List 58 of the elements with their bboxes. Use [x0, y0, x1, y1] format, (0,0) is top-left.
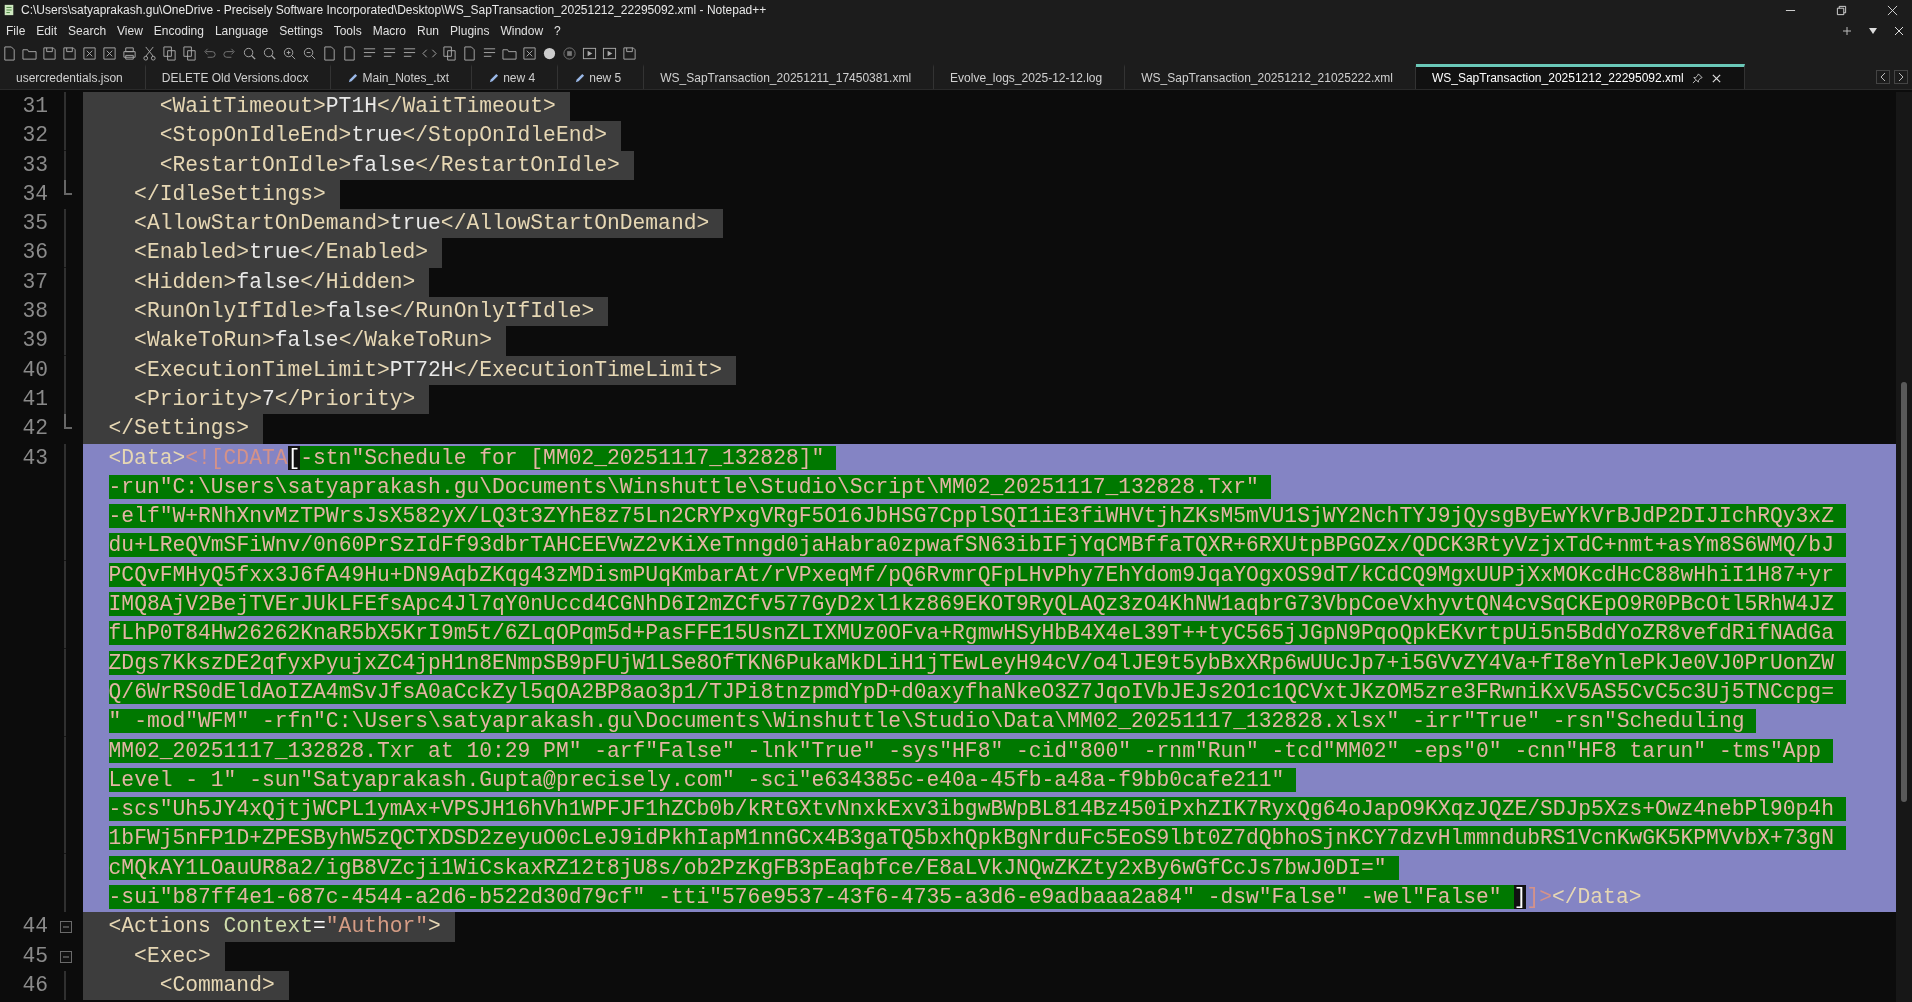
line-number: 40 [22, 357, 48, 382]
line-number: 33 [22, 152, 48, 177]
menu-item[interactable]: Tools [329, 24, 369, 38]
fold-minus-icon[interactable] [60, 921, 72, 934]
zoom-out-icon[interactable] [302, 45, 317, 61]
menu-item[interactable]: Window [496, 24, 551, 38]
pin-icon[interactable] [1691, 72, 1703, 84]
menu-item[interactable]: Run [413, 24, 447, 38]
play-icon[interactable] [602, 45, 617, 61]
menu-item[interactable]: Macro [368, 24, 413, 38]
menu-item[interactable]: Search [64, 24, 114, 38]
line-number: 32 [22, 123, 48, 148]
line-number: 46 [22, 972, 48, 997]
cut-icon[interactable] [142, 45, 157, 61]
plus-icon[interactable] [1842, 26, 1852, 36]
new-file-icon[interactable] [2, 45, 17, 61]
menu-item[interactable]: Plugins [446, 24, 497, 38]
save-icon[interactable] [42, 45, 57, 61]
menu-item[interactable]: File [2, 24, 33, 38]
fold-minus-icon[interactable] [60, 950, 72, 963]
line-number: 41 [22, 386, 48, 411]
menu-item[interactable]: Encoding [149, 24, 211, 38]
print-icon[interactable] [122, 45, 137, 61]
line-number: 44 [22, 914, 48, 939]
scrollbar-thumb[interactable] [1901, 382, 1907, 802]
close-icon[interactable] [82, 45, 97, 61]
document-icon[interactable] [462, 45, 477, 61]
window-title: C:\Users\satyaprakash.gu\OneDrive - Precisely Software Incorporated\Desktop\WS_SapTransaction_20251212_22295092.xml - Notepad++ [21, 3, 767, 17]
save-all-icon[interactable] [62, 45, 77, 61]
close-all-icon[interactable] [102, 45, 117, 61]
scroll-left-icon[interactable] [1876, 69, 1890, 84]
search-icon[interactable] [242, 45, 257, 61]
line-number: 43 [22, 445, 48, 470]
menu-item[interactable]: Settings [275, 24, 330, 38]
save-icon[interactable] [622, 45, 637, 61]
restore-icon[interactable] [1836, 4, 1847, 16]
line-number: 34 [22, 181, 48, 206]
scroll-right-icon[interactable] [1894, 69, 1908, 84]
zoom-in-icon[interactable] [282, 45, 297, 61]
line-number: 42 [22, 416, 48, 441]
play-icon[interactable] [582, 45, 597, 61]
dropdown-arrow-icon[interactable] [1868, 26, 1878, 36]
line-number: 31 [22, 94, 48, 118]
line-number: 35 [22, 211, 48, 236]
stop-icon[interactable] [562, 45, 577, 61]
record-icon[interactable] [542, 45, 557, 61]
line-number: 38 [22, 299, 48, 324]
line-number: 39 [22, 328, 48, 353]
menu-item[interactable]: View [113, 24, 150, 38]
menu-item[interactable]: ? [550, 24, 568, 38]
file-tab[interactable]: WS_SapTransaction_20251212_22295092.xml [1415, 64, 1745, 89]
menu-item[interactable]: Language [210, 24, 276, 38]
notepad-app-icon [3, 4, 15, 16]
copy-icon[interactable] [162, 45, 177, 61]
line-number: 37 [22, 269, 48, 294]
menu-item[interactable]: Edit [32, 24, 65, 38]
line-number: 45 [22, 943, 48, 968]
line-number: 36 [22, 240, 48, 265]
